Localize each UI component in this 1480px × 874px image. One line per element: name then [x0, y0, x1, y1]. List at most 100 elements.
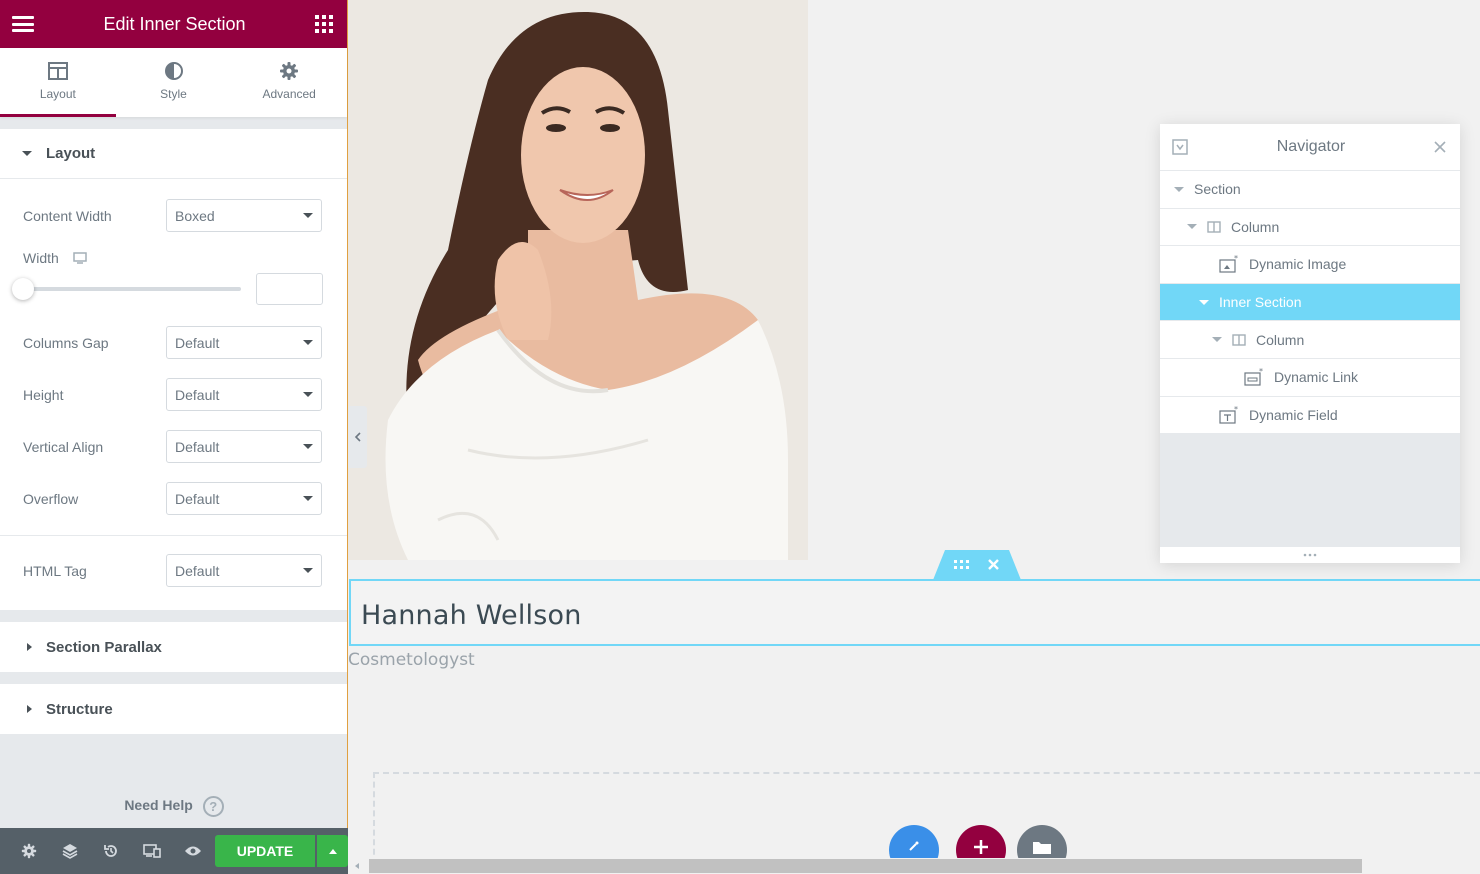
panel-tabs: Layout Style Advanced	[0, 48, 347, 117]
nav-item-section[interactable]: Section	[1160, 171, 1460, 209]
width-slider-row	[0, 266, 347, 316]
layers-icon[interactable]	[49, 828, 90, 874]
responsive-icon[interactable]	[131, 828, 172, 874]
need-help-link[interactable]: Need Help ?	[0, 796, 348, 817]
structure-title: Structure	[46, 700, 113, 718]
role-text[interactable]: Cosmetologyst	[348, 650, 475, 670]
chevron-down-icon	[303, 213, 313, 218]
nav-item-label: Column	[1231, 218, 1280, 235]
panel-footer: UPDATE	[0, 828, 348, 874]
caret-up-icon	[328, 848, 337, 854]
name-heading[interactable]: Hannah Wellson	[361, 600, 582, 631]
html-tag-value: Default	[175, 562, 220, 579]
columns-gap-control: Columns Gap Default	[0, 326, 347, 359]
caret-right-icon	[27, 705, 32, 713]
caret-down-icon	[1212, 337, 1222, 343]
nav-item-inner-section[interactable]: Inner Section	[1160, 283, 1460, 322]
folder-icon	[1033, 842, 1051, 854]
svg-text:*: *	[1259, 368, 1263, 376]
navigator-title: Navigator	[1276, 138, 1346, 155]
need-help-label: Need Help	[124, 797, 193, 814]
nav-item-dynamic-image[interactable]: * Dynamic Image	[1160, 246, 1460, 284]
chevron-down-icon	[303, 496, 313, 501]
caret-down-icon	[22, 151, 32, 156]
vertical-align-select[interactable]: Default	[166, 430, 322, 463]
overflow-value: Default	[175, 490, 220, 507]
panel-title: Edit Inner Section	[103, 13, 246, 34]
svg-text:*: *	[1234, 406, 1238, 414]
section-parallax-title: Section Parallax	[46, 638, 162, 656]
nav-item-column-inner[interactable]: Column	[1160, 321, 1460, 359]
caret-right-icon	[27, 643, 32, 651]
nav-item-label: Dynamic Link	[1274, 369, 1359, 386]
vertical-align-label: Vertical Align	[23, 438, 104, 455]
scroll-thumb[interactable]	[369, 859, 1362, 873]
tab-style[interactable]: Style	[116, 48, 232, 117]
update-button[interactable]: UPDATE	[215, 835, 315, 867]
structure-header[interactable]: Structure	[0, 684, 347, 734]
dynamic-image-icon: *	[1219, 255, 1239, 274]
panel-header: Edit Inner Section	[0, 0, 347, 48]
column-icon	[1207, 221, 1221, 233]
navigator-header[interactable]: Navigator	[1160, 124, 1460, 171]
dots-icon	[1303, 553, 1317, 557]
plus-icon	[974, 840, 988, 854]
overflow-select[interactable]: Default	[166, 482, 322, 515]
widgets-grid-icon[interactable]	[315, 15, 333, 33]
history-icon[interactable]	[90, 828, 131, 874]
section-parallax-header[interactable]: Section Parallax	[0, 622, 347, 672]
nav-item-dynamic-field[interactable]: * Dynamic Field	[1160, 396, 1460, 435]
columns-gap-value: Default	[175, 334, 220, 351]
structure-section: Structure	[0, 684, 347, 734]
navigator-resize-handle[interactable]	[1160, 547, 1460, 563]
layout-section-header[interactable]: Layout	[0, 129, 347, 179]
tab-advanced[interactable]: Advanced	[231, 48, 347, 117]
width-slider-track[interactable]	[23, 287, 241, 291]
content-width-select[interactable]: Boxed	[166, 199, 322, 232]
collapse-panel-button[interactable]	[348, 406, 367, 468]
inner-section-handle[interactable]	[933, 550, 1021, 580]
gear-icon	[279, 61, 299, 81]
width-label: Width	[23, 250, 59, 266]
nav-item-label: Inner Section	[1219, 294, 1302, 311]
content-width-value: Boxed	[175, 207, 215, 224]
html-tag-select[interactable]: Default	[166, 554, 322, 587]
columns-gap-label: Columns Gap	[23, 334, 109, 351]
layout-section: Layout Content Width Boxed Width Columns…	[0, 129, 347, 610]
layout-icon	[47, 61, 68, 81]
overflow-label: Overflow	[23, 490, 79, 507]
desktop-icon[interactable]	[73, 252, 87, 264]
settings-gear-icon[interactable]	[8, 828, 49, 874]
collapse-navigator-icon[interactable]	[1172, 139, 1188, 155]
height-select[interactable]: Default	[166, 378, 322, 411]
width-input[interactable]	[256, 273, 323, 305]
section-parallax-section: Section Parallax	[0, 622, 347, 672]
width-slider-handle[interactable]	[12, 278, 34, 300]
chevron-down-icon	[303, 568, 313, 573]
columns-gap-select[interactable]: Default	[166, 326, 322, 359]
scroll-left-icon[interactable]	[352, 858, 362, 874]
overflow-control: Overflow Default	[0, 482, 347, 515]
layout-section-title: Layout	[46, 145, 96, 162]
close-icon[interactable]	[1434, 141, 1446, 153]
magic-wand-icon	[909, 841, 919, 851]
question-icon: ?	[202, 796, 224, 817]
navigator-empty-area	[1160, 434, 1460, 547]
menu-icon[interactable]	[12, 16, 34, 32]
nav-item-column[interactable]: Column	[1160, 208, 1460, 247]
tab-layout-label: Layout	[39, 87, 76, 101]
content-width-label: Content Width	[23, 207, 112, 224]
chevron-down-icon	[303, 392, 313, 397]
update-options-button[interactable]	[317, 835, 348, 867]
height-label: Height	[23, 386, 64, 403]
dynamic-link-icon: *	[1244, 368, 1264, 386]
nav-item-dynamic-link[interactable]: * Dynamic Link	[1160, 358, 1460, 397]
html-tag-control: HTML Tag Default	[0, 554, 347, 587]
nav-item-label: Dynamic Image	[1249, 256, 1347, 273]
dynamic-image[interactable]	[348, 0, 808, 560]
caret-down-icon	[1174, 186, 1184, 192]
chevron-down-icon	[303, 340, 313, 345]
eye-icon[interactable]	[172, 828, 213, 874]
column-icon	[1232, 333, 1246, 346]
tab-layout[interactable]: Layout	[0, 48, 116, 117]
